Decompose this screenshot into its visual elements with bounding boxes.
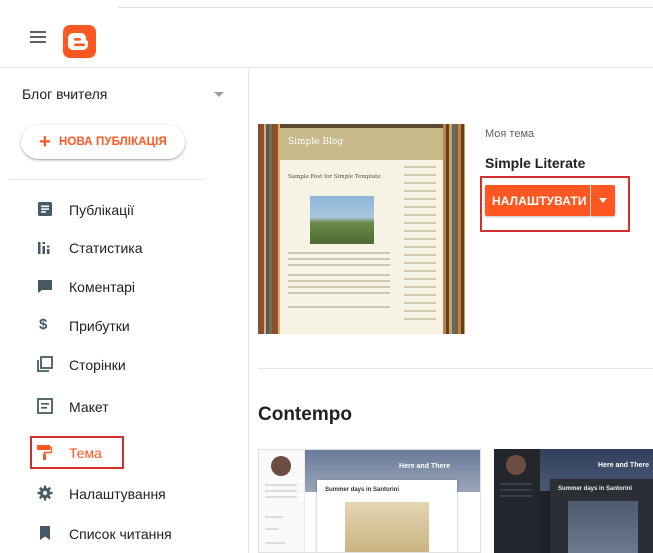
sidebar-item-settings[interactable]: Налаштування bbox=[0, 478, 249, 508]
sidebar-item-comments[interactable]: Коментарі bbox=[0, 271, 249, 301]
sidebar-item-label: Тема bbox=[69, 445, 102, 461]
preview-blog-title: Simple Blog bbox=[288, 137, 344, 147]
sidebar-item-label: Налаштування bbox=[69, 486, 166, 502]
sidebar-item-label: Статистика bbox=[69, 240, 143, 256]
customize-dropdown-button[interactable] bbox=[591, 185, 615, 216]
sidebar-item-label: Список читання bbox=[69, 526, 172, 542]
sidebar-item-label: Коментарі bbox=[69, 279, 136, 295]
layout-icon bbox=[37, 398, 53, 414]
chevron-down-icon bbox=[214, 92, 224, 97]
card-post: Summer days in Santorini bbox=[317, 480, 457, 552]
avatar bbox=[506, 455, 526, 475]
card-post: Summer days in Santorini bbox=[550, 479, 653, 553]
main-content: Simple Blog Sample Post for Simple Templ… bbox=[250, 69, 653, 553]
hamburger-menu-icon[interactable] bbox=[30, 31, 46, 43]
card-post-title: Summer days in Santorini bbox=[558, 486, 633, 492]
sidebar-item-posts[interactable]: Публікації bbox=[0, 194, 249, 224]
sidebar-item-theme[interactable]: Тема bbox=[0, 437, 249, 467]
sidebar-divider bbox=[10, 179, 205, 180]
posts-icon bbox=[37, 201, 53, 217]
preview-post-title: Sample Post for Simple Template bbox=[288, 174, 381, 180]
new-post-button[interactable]: + НОВА ПУБЛІКАЦІЯ bbox=[21, 125, 185, 159]
theme-paint-roller-icon bbox=[36, 444, 53, 460]
current-theme-preview[interactable]: Simple Blog Sample Post for Simple Templ… bbox=[258, 124, 465, 334]
settings-gear-icon bbox=[37, 485, 53, 501]
top-strip bbox=[0, 0, 653, 10]
theme-card-contempo-light[interactable]: Here and There Summer days in Santorini bbox=[258, 449, 481, 553]
sidebar-item-reading-list[interactable]: Список читання bbox=[0, 518, 249, 548]
bookshelf-right bbox=[443, 124, 465, 334]
blog-name: Блог вчителя bbox=[22, 86, 108, 102]
pages-icon bbox=[37, 356, 53, 372]
sidebar-item-earnings[interactable]: $ Прибутки bbox=[0, 310, 249, 340]
sidebar-item-pages[interactable]: Сторінки bbox=[0, 349, 249, 379]
customize-label: НАЛАШТУВАТИ bbox=[492, 194, 587, 208]
customize-button[interactable]: НАЛАШТУВАТИ bbox=[485, 185, 590, 216]
sidebar-item-label: Макет bbox=[69, 399, 109, 415]
theme-card-contempo-dark[interactable]: Here and There Summer days in Santorini bbox=[494, 449, 653, 553]
app-header bbox=[0, 10, 653, 68]
sidebar-item-layout[interactable]: Макет bbox=[0, 391, 249, 421]
dollar-icon: $ bbox=[39, 316, 48, 333]
current-theme-name: Simple Literate bbox=[485, 155, 586, 171]
plus-icon: + bbox=[39, 131, 51, 153]
section-divider bbox=[258, 368, 653, 369]
bookshelf-left bbox=[258, 124, 280, 334]
sidebar-item-stats[interactable]: Статистика bbox=[0, 232, 249, 262]
theme-gallery-title: Contempo bbox=[258, 404, 352, 425]
blog-selector[interactable]: Блог вчителя bbox=[22, 86, 232, 106]
card-hero-title: Here and There bbox=[598, 462, 649, 469]
preview-page: Simple Blog Sample Post for Simple Templ… bbox=[280, 128, 443, 334]
card-post-title: Summer days in Santorini bbox=[325, 487, 400, 493]
card-post-image bbox=[345, 502, 429, 552]
card-hero-title: Here and There bbox=[399, 463, 450, 470]
comments-icon bbox=[37, 278, 53, 294]
my-theme-label: Моя тема bbox=[485, 128, 535, 140]
sidebar: Блог вчителя + НОВА ПУБЛІКАЦІЯ Публікаці… bbox=[0, 69, 249, 553]
sidebar-item-label: Сторінки bbox=[69, 357, 126, 373]
bookmark-icon bbox=[37, 525, 53, 541]
stats-icon bbox=[37, 239, 53, 255]
arrow-drop-down-icon bbox=[599, 198, 607, 203]
preview-post-image bbox=[310, 196, 374, 244]
card-post-image bbox=[568, 501, 638, 553]
blogger-logo-icon[interactable] bbox=[63, 25, 96, 58]
avatar bbox=[271, 456, 291, 476]
sidebar-item-label: Публікації bbox=[69, 202, 135, 218]
sidebar-item-label: Прибутки bbox=[69, 318, 130, 334]
new-post-label: НОВА ПУБЛІКАЦІЯ bbox=[59, 136, 167, 148]
